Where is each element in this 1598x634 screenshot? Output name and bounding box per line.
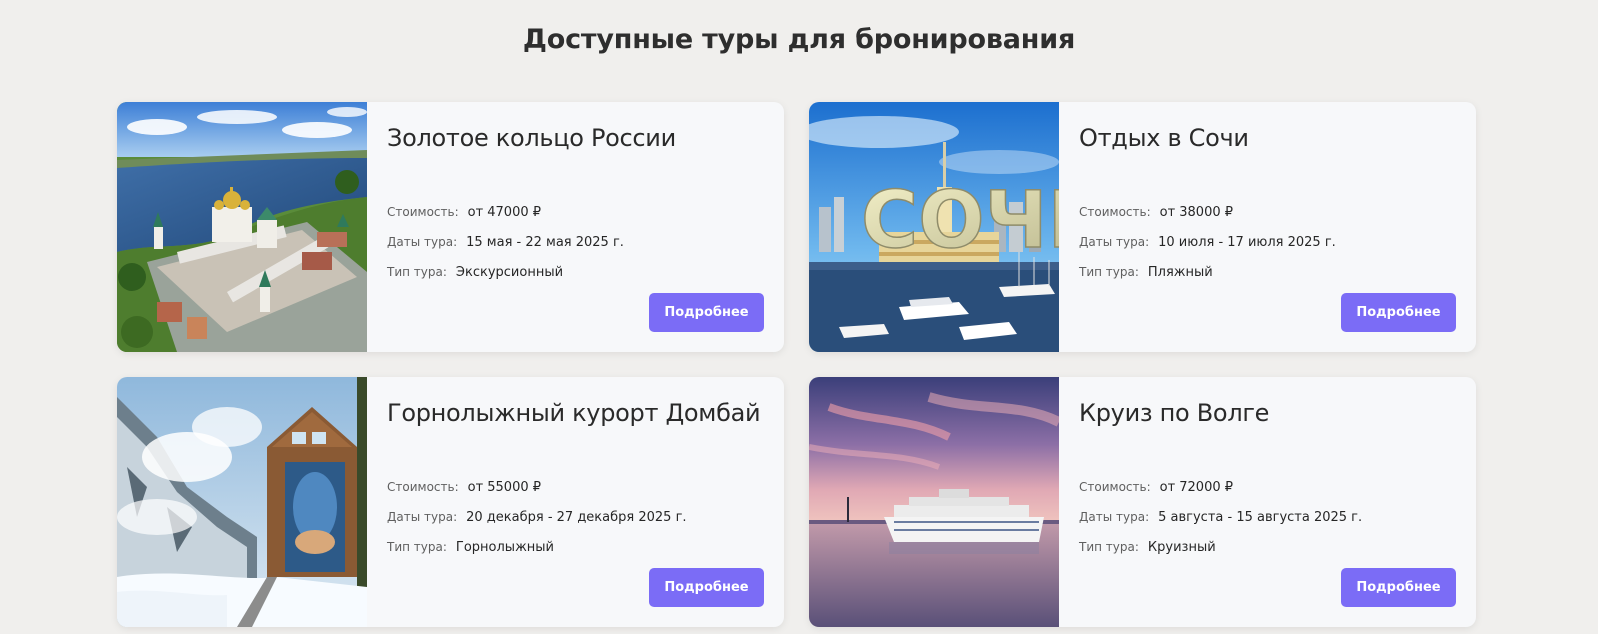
tour-card-body: Круиз по Волге Стоимость: от 72000 ₽ Дат… [1059, 377, 1476, 627]
dates-value: 20 декабря - 27 декабря 2025 г. [466, 509, 687, 525]
tour-dates-row: Даты тура: 15 мая - 22 мая 2025 г. [387, 227, 624, 257]
tour-title: Отдых в Сочи [1079, 124, 1249, 152]
tour-type-row: Тип тура: Круизный [1079, 532, 1362, 562]
price-label: Стоимость: [387, 205, 459, 219]
tour-price-row: Стоимость: от 38000 ₽ [1079, 197, 1336, 227]
tour-card-body: Отдых в Сочи Стоимость: от 38000 ₽ Даты … [1059, 102, 1476, 352]
details-button[interactable]: Подробнее [649, 293, 764, 332]
dates-value: 10 июля - 17 июля 2025 г. [1158, 234, 1336, 250]
tour-type-row: Тип тура: Экскурсионный [387, 257, 624, 287]
type-label: Тип тура: [1079, 540, 1139, 554]
price-label: Стоимость: [1079, 480, 1151, 494]
type-label: Тип тура: [387, 265, 447, 279]
type-value: Горнолыжный [455, 539, 554, 555]
tour-type-row: Тип тура: Горнолыжный [387, 532, 687, 562]
dates-label: Даты тура: [1079, 510, 1150, 524]
tour-dates-row: Даты тура: 20 декабря - 27 декабря 2025 … [387, 502, 687, 532]
dates-label: Даты тура: [387, 235, 458, 249]
tour-title: Горнолыжный курорт Домбай [387, 399, 761, 427]
tour-image-golden-ring [117, 102, 367, 352]
price-label: Стоимость: [387, 480, 459, 494]
details-button[interactable]: Подробнее [1341, 293, 1456, 332]
tours-grid: Золотое кольцо России Стоимость: от 4700… [117, 102, 1476, 627]
tour-info: Стоимость: от 55000 ₽ Даты тура: 20 дека… [387, 472, 687, 562]
details-button[interactable]: Подробнее [1341, 568, 1456, 607]
tour-card-body: Горнолыжный курорт Домбай Стоимость: от … [367, 377, 784, 627]
tour-info: Стоимость: от 47000 ₽ Даты тура: 15 мая … [387, 197, 624, 287]
price-value: от 72000 ₽ [1159, 479, 1234, 495]
price-label: Стоимость: [1079, 205, 1151, 219]
tour-dates-row: Даты тура: 5 августа - 15 августа 2025 г… [1079, 502, 1362, 532]
tour-card: Золотое кольцо России Стоимость: от 4700… [117, 102, 784, 352]
sochi-sign-text: СОЧИ [861, 176, 1059, 266]
price-value: от 47000 ₽ [467, 204, 542, 220]
tour-image-volga-cruise [809, 377, 1059, 627]
tour-title: Золотое кольцо России [387, 124, 676, 152]
tour-info: Стоимость: от 38000 ₽ Даты тура: 10 июля… [1079, 197, 1336, 287]
dates-label: Даты тура: [1079, 235, 1150, 249]
price-value: от 55000 ₽ [467, 479, 542, 495]
type-value: Круизный [1147, 539, 1216, 555]
tour-dates-row: Даты тура: 10 июля - 17 июля 2025 г. [1079, 227, 1336, 257]
tour-card: СОЧИ Отдых в Сочи Стоимость: от 38000 ₽ [809, 102, 1476, 352]
dates-value: 5 августа - 15 августа 2025 г. [1158, 509, 1363, 525]
tour-image-sochi: СОЧИ [809, 102, 1059, 352]
type-value: Пляжный [1147, 264, 1213, 280]
page-title: Доступные туры для бронирования [522, 24, 1076, 55]
details-button[interactable]: Подробнее [649, 568, 764, 607]
tour-info: Стоимость: от 72000 ₽ Даты тура: 5 авгус… [1079, 472, 1362, 562]
tour-price-row: Стоимость: от 72000 ₽ [1079, 472, 1362, 502]
tour-card: Горнолыжный курорт Домбай Стоимость: от … [117, 377, 784, 627]
price-value: от 38000 ₽ [1159, 204, 1234, 220]
tour-price-row: Стоимость: от 47000 ₽ [387, 197, 624, 227]
tour-title: Круиз по Волге [1079, 399, 1270, 427]
tour-price-row: Стоимость: от 55000 ₽ [387, 472, 687, 502]
tour-card: Круиз по Волге Стоимость: от 72000 ₽ Дат… [809, 377, 1476, 627]
tour-image-dombai [117, 377, 367, 627]
type-value: Экскурсионный [455, 264, 564, 280]
type-label: Тип тура: [387, 540, 447, 554]
type-label: Тип тура: [1079, 265, 1139, 279]
tour-card-body: Золотое кольцо России Стоимость: от 4700… [367, 102, 784, 352]
dates-value: 15 мая - 22 мая 2025 г. [466, 234, 624, 250]
dates-label: Даты тура: [387, 510, 458, 524]
tour-type-row: Тип тура: Пляжный [1079, 257, 1336, 287]
